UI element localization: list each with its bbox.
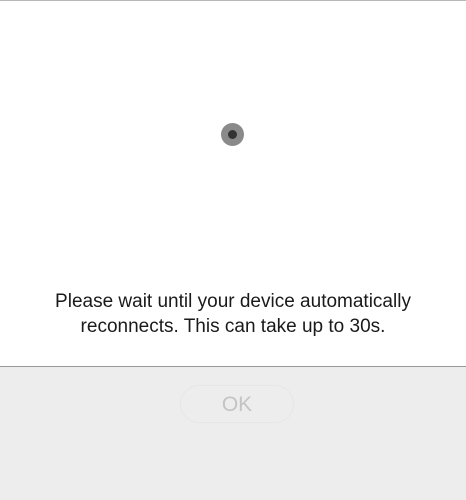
ok-button[interactable]: OK (180, 385, 294, 423)
reconnect-message: Please wait until your device automatica… (55, 291, 411, 337)
loading-spinner-icon (221, 123, 244, 146)
dialog-footer: OK (0, 367, 466, 500)
reconnect-dialog-body: Please wait until your device automatica… (0, 1, 466, 366)
spinner-center (228, 130, 237, 139)
